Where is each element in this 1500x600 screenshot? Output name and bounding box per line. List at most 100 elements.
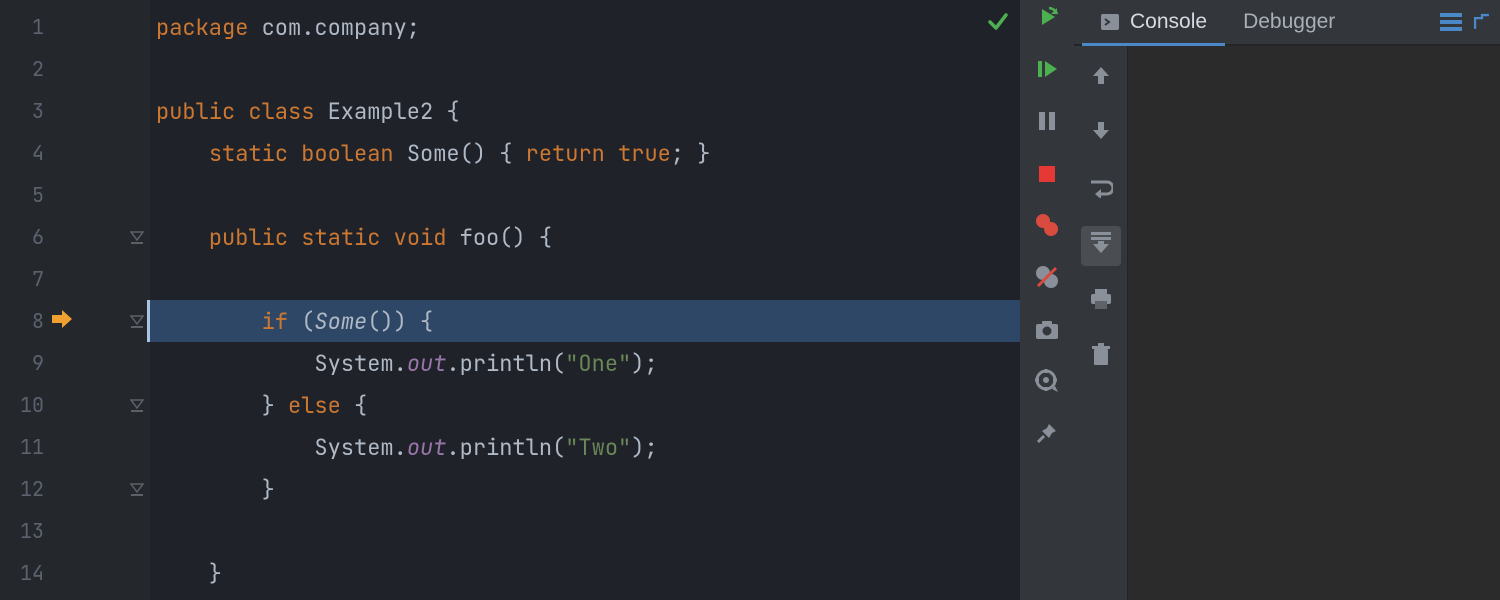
- line-number: 5: [0, 182, 44, 208]
- pin-button[interactable]: [1033, 422, 1061, 450]
- code-token: return true: [526, 139, 671, 168]
- settings-icon: [1035, 369, 1059, 400]
- code-token: }: [156, 391, 288, 420]
- down-button[interactable]: [1081, 114, 1121, 154]
- fold-toggle-icon[interactable]: [130, 307, 144, 336]
- debug-tool-window: Console Debugger: [1074, 0, 1500, 600]
- code-token: out: [407, 433, 447, 462]
- toolwindow-tabs-header: Console Debugger: [1074, 0, 1500, 46]
- code-token: package: [156, 13, 262, 42]
- code-token: ()) {: [367, 307, 433, 336]
- console-output[interactable]: [1128, 46, 1500, 600]
- tab-debugger[interactable]: Debugger: [1225, 0, 1353, 45]
- code-token: "Two": [565, 433, 631, 462]
- line-number: 2: [0, 56, 44, 82]
- code-line[interactable]: public static void foo() {: [150, 216, 1020, 258]
- code-line[interactable]: [150, 510, 1020, 552]
- trash-button[interactable]: [1081, 338, 1121, 378]
- tab-console-label: Console: [1130, 10, 1207, 34]
- code-token: );: [631, 433, 657, 462]
- mute-breakpoints-button[interactable]: [1033, 266, 1061, 294]
- resume-button[interactable]: [1033, 58, 1061, 86]
- gutter-line[interactable]: 12: [0, 468, 150, 510]
- code-line[interactable]: public class Example2 {: [150, 90, 1020, 132]
- code-line[interactable]: } else {: [150, 384, 1020, 426]
- gutter-line[interactable]: 6: [0, 216, 150, 258]
- stop-button[interactable]: [1033, 162, 1061, 190]
- editor-code-area[interactable]: package com.company; public class Example…: [150, 0, 1020, 600]
- code-editor[interactable]: 1 2 3 4 5 6 7 8 9 10 11 12 13: [0, 0, 1020, 600]
- camera-button[interactable]: [1033, 318, 1061, 346]
- code-token: .println(: [446, 349, 565, 378]
- wrap-icon: [1089, 176, 1113, 205]
- rerun-button[interactable]: [1033, 6, 1061, 34]
- fold-toggle-icon[interactable]: [130, 475, 144, 504]
- code-line[interactable]: package com.company;: [150, 6, 1020, 48]
- line-number: 1: [0, 14, 44, 40]
- code-token: public class: [156, 97, 328, 126]
- gutter-line[interactable]: 11: [0, 426, 150, 468]
- stop-icon: [1037, 162, 1057, 191]
- code-token: if: [262, 307, 302, 336]
- rerun-icon: [1035, 5, 1059, 36]
- code-token: }: [156, 475, 275, 504]
- editor-gutter: 1 2 3 4 5 6 7 8 9 10 11 12 13: [0, 0, 150, 600]
- gutter-line[interactable]: 10: [0, 384, 150, 426]
- console-side-toolbar: [1074, 46, 1128, 600]
- line-number: 7: [0, 266, 44, 292]
- print-icon: [1089, 288, 1113, 317]
- wrap-button[interactable]: [1081, 170, 1121, 210]
- line-number: 4: [0, 140, 44, 166]
- gutter-line[interactable]: 9: [0, 342, 150, 384]
- code-token: }: [156, 559, 222, 588]
- code-token: System.: [156, 433, 407, 462]
- code-line[interactable]: if (Some()) {: [147, 300, 1020, 342]
- code-line[interactable]: [150, 48, 1020, 90]
- gutter-line[interactable]: 4: [0, 132, 150, 174]
- pause-button[interactable]: [1033, 110, 1061, 138]
- gutter-line[interactable]: 1: [0, 6, 150, 48]
- code-line[interactable]: }: [150, 468, 1020, 510]
- line-number: 14: [0, 560, 44, 586]
- layout-settings-icon[interactable]: [1438, 9, 1464, 35]
- code-token: Example2 {: [328, 97, 460, 126]
- settings-button[interactable]: [1033, 370, 1061, 398]
- line-number: 10: [0, 392, 44, 418]
- code-token: com.company;: [262, 13, 420, 42]
- mute-breakpoints-icon: [1035, 265, 1059, 296]
- code-line[interactable]: System.out.println("Two");: [150, 426, 1020, 468]
- gutter-line[interactable]: 5: [0, 174, 150, 216]
- gutter-line[interactable]: 3: [0, 90, 150, 132]
- code-token: {: [354, 391, 367, 420]
- code-token: (: [301, 307, 314, 336]
- scroll-to-end-icon: [1089, 232, 1113, 261]
- gutter-line[interactable]: 8: [0, 300, 150, 342]
- line-number: 13: [0, 518, 44, 544]
- code-line[interactable]: [150, 174, 1020, 216]
- trash-icon: [1091, 343, 1111, 374]
- fold-toggle-icon[interactable]: [130, 223, 144, 252]
- tab-console[interactable]: Console: [1082, 0, 1225, 46]
- line-number: 12: [0, 476, 44, 502]
- pause-icon: [1037, 110, 1057, 139]
- up-button[interactable]: [1081, 58, 1121, 98]
- code-line[interactable]: System.out.println("One");: [150, 342, 1020, 384]
- fold-toggle-icon[interactable]: [130, 391, 144, 420]
- gutter-line[interactable]: 13: [0, 510, 150, 552]
- gutter-line[interactable]: 7: [0, 258, 150, 300]
- scroll-to-end-button[interactable]: [1081, 226, 1121, 266]
- print-button[interactable]: [1081, 282, 1121, 322]
- restore-layout-icon[interactable]: [1472, 9, 1492, 35]
- camera-icon: [1035, 318, 1059, 347]
- gutter-line[interactable]: 2: [0, 48, 150, 90]
- code-token: () {: [499, 223, 552, 252]
- code-line[interactable]: [150, 258, 1020, 300]
- inspection-ok-icon[interactable]: [986, 10, 1010, 41]
- code-token: .println(: [446, 433, 565, 462]
- code-line[interactable]: static boolean Some() { return true; }: [150, 132, 1020, 174]
- breakpoints-button[interactable]: [1033, 214, 1061, 242]
- code-token: Some: [314, 307, 367, 336]
- code-line[interactable]: }: [150, 552, 1020, 594]
- gutter-line[interactable]: 14: [0, 552, 150, 594]
- code-token: static boolean: [209, 139, 407, 168]
